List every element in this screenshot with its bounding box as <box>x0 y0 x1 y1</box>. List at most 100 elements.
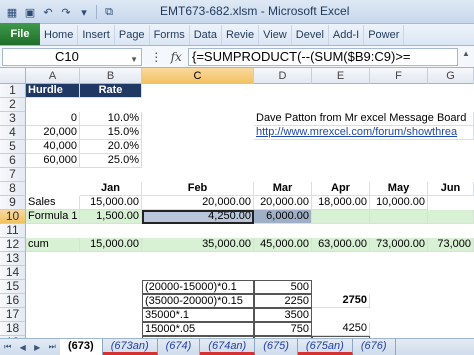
column-header-g[interactable]: G <box>428 68 474 84</box>
cell-e9[interactable]: 18,000.00 <box>312 196 370 210</box>
cell-b1[interactable]: Rate <box>80 84 142 98</box>
cell-e12[interactable]: 63,000.00 <box>312 238 370 252</box>
cell-c9[interactable]: 20,000.00 <box>142 196 254 210</box>
row-header[interactable]: 18 <box>0 322 26 336</box>
tab-home[interactable]: Home <box>40 25 79 45</box>
cell-a6[interactable]: 60,000 <box>26 154 80 168</box>
cell-e3-credit[interactable]: Dave Patton from Mr excel Message Board <box>254 112 474 126</box>
last-sheet-icon[interactable]: ⏭ <box>49 342 56 352</box>
cell-c15[interactable]: (20000-15000)*0.1 <box>142 280 254 294</box>
sheet-tab-674an[interactable]: (674an) <box>200 339 256 355</box>
row-header[interactable]: 15 <box>0 280 26 294</box>
formula-input[interactable]: {=SUMPRODUCT(--(SUM($B9:C9)>= <box>188 48 458 66</box>
cell-a4[interactable]: 20,000 <box>26 126 80 140</box>
cell-f8[interactable]: May <box>370 182 428 196</box>
cell-f12[interactable]: 73,000.00 <box>370 238 428 252</box>
tab-developer[interactable]: Devel <box>292 25 329 45</box>
cell-b5[interactable]: 20.0% <box>80 140 142 154</box>
row-header[interactable]: 5 <box>0 140 26 154</box>
row-header[interactable]: 17 <box>0 308 26 322</box>
qat-dropdown-icon[interactable]: ▾ <box>76 4 92 20</box>
cell-a9[interactable]: Sales <box>26 196 80 210</box>
column-header-e[interactable]: E <box>312 68 370 84</box>
row-header[interactable]: 10 <box>0 210 26 224</box>
cell-b4[interactable]: 15.0% <box>80 126 142 140</box>
sheet-tab-676[interactable]: (676) <box>353 339 396 355</box>
row-header[interactable]: 7 <box>0 168 26 182</box>
cell-f9[interactable]: 10,000.00 <box>370 196 428 210</box>
select-all-corner[interactable] <box>0 68 26 84</box>
first-sheet-icon[interactable]: ⏮ <box>4 342 11 352</box>
expand-formula-bar-icon[interactable]: ▲ <box>460 49 472 65</box>
tab-view[interactable]: View <box>259 25 292 45</box>
save-icon[interactable]: ▣ <box>22 4 38 20</box>
copy-icon[interactable]: ⧉ <box>101 4 117 20</box>
cell-d15[interactable]: 500 <box>254 280 312 294</box>
tab-review[interactable]: Revie <box>222 25 260 45</box>
cell-e18[interactable]: 4250 <box>312 322 370 336</box>
cell-d9[interactable]: 20,000.00 <box>254 196 312 210</box>
cell-g10[interactable] <box>428 210 474 224</box>
cell-g8[interactable]: Jun <box>428 182 474 196</box>
cell-g12[interactable]: 73,000 <box>428 238 474 252</box>
excel-app-icon[interactable]: ▦ <box>4 4 20 20</box>
cell-e8[interactable]: Apr <box>312 182 370 196</box>
cell-b9[interactable]: 15,000.00 <box>80 196 142 210</box>
cell-d8[interactable]: Mar <box>254 182 312 196</box>
redo-icon[interactable]: ↷ <box>58 4 74 20</box>
tab-page[interactable]: Page <box>115 25 150 45</box>
cell-f10[interactable] <box>370 210 428 224</box>
cell-a10[interactable]: Formula 1 <box>26 210 80 224</box>
cell-d12[interactable]: 45,000.00 <box>254 238 312 252</box>
sheet-tab-674[interactable]: (674) <box>158 339 201 355</box>
cell-a5[interactable]: 40,000 <box>26 140 80 154</box>
cell-e10[interactable] <box>312 210 370 224</box>
tab-data[interactable]: Data <box>190 25 222 45</box>
cell-e16[interactable]: 2750 <box>312 294 370 308</box>
row-header[interactable]: 11 <box>0 224 26 238</box>
row-header[interactable]: 4 <box>0 126 26 140</box>
cell-b6[interactable]: 25.0% <box>80 154 142 168</box>
row-header[interactable]: 2 <box>0 98 26 112</box>
cell-c12[interactable]: 35,000.00 <box>142 238 254 252</box>
sheet-tab-673an[interactable]: (673an) <box>102 339 158 355</box>
sheet-tab-675an[interactable]: (675an) <box>297 339 353 355</box>
cell-d18[interactable]: 750 <box>254 322 312 336</box>
cell-a1[interactable]: Hurdle <box>26 84 80 98</box>
cell-c16[interactable]: (35000-20000)*0.15 <box>142 294 254 308</box>
column-header-a[interactable]: A <box>26 68 80 84</box>
cell-a12[interactable]: cum <box>26 238 80 252</box>
cell-c8[interactable]: Feb <box>142 182 254 196</box>
row-header[interactable]: 16 <box>0 294 26 308</box>
resize-handle-icon[interactable]: ⋮ <box>150 50 162 64</box>
cell-c17[interactable]: 35000*.1 <box>142 308 254 322</box>
cell-c18[interactable]: 15000*.05 <box>142 322 254 336</box>
row-header[interactable]: 6 <box>0 154 26 168</box>
column-header-b[interactable]: B <box>80 68 142 84</box>
worksheet-grid[interactable]: A B C D E F G 1 Hurdle Rate 2 3 0 10.0% … <box>0 68 474 338</box>
cell-d10[interactable]: 6,000.00 <box>254 210 312 224</box>
row-header[interactable]: 1 <box>0 84 26 98</box>
column-header-c[interactable]: C <box>142 68 254 84</box>
cell-e4-link[interactable]: http://www.mrexcel.com/forum/showthrea <box>254 126 474 140</box>
next-sheet-icon[interactable]: ▶ <box>34 343 40 352</box>
tab-addins[interactable]: Add-I <box>329 25 365 45</box>
cell-b8[interactable]: Jan <box>80 182 142 196</box>
cell-b3[interactable]: 10.0% <box>80 112 142 126</box>
insert-function-icon[interactable]: fx <box>171 50 182 64</box>
row-header[interactable]: 8 <box>0 182 26 196</box>
tab-file[interactable]: File <box>0 23 40 45</box>
row-header[interactable]: 3 <box>0 112 26 126</box>
cell-c10-selected[interactable]: 4,250.00 <box>142 210 254 224</box>
sheet-tab-673[interactable]: (673) <box>60 339 103 355</box>
tab-forms[interactable]: Forms <box>150 25 190 45</box>
tab-insert[interactable]: Insert <box>78 25 115 45</box>
tab-power[interactable]: Power <box>364 25 405 45</box>
undo-icon[interactable]: ↶ <box>40 4 56 20</box>
name-box[interactable]: C10 ▼ <box>2 48 142 66</box>
cell-b12[interactable]: 15,000.00 <box>80 238 142 252</box>
column-header-d[interactable]: D <box>254 68 312 84</box>
cell-d17[interactable]: 3500 <box>254 308 312 322</box>
row-header[interactable]: 9 <box>0 196 26 210</box>
cell-d16[interactable]: 2250 <box>254 294 312 308</box>
